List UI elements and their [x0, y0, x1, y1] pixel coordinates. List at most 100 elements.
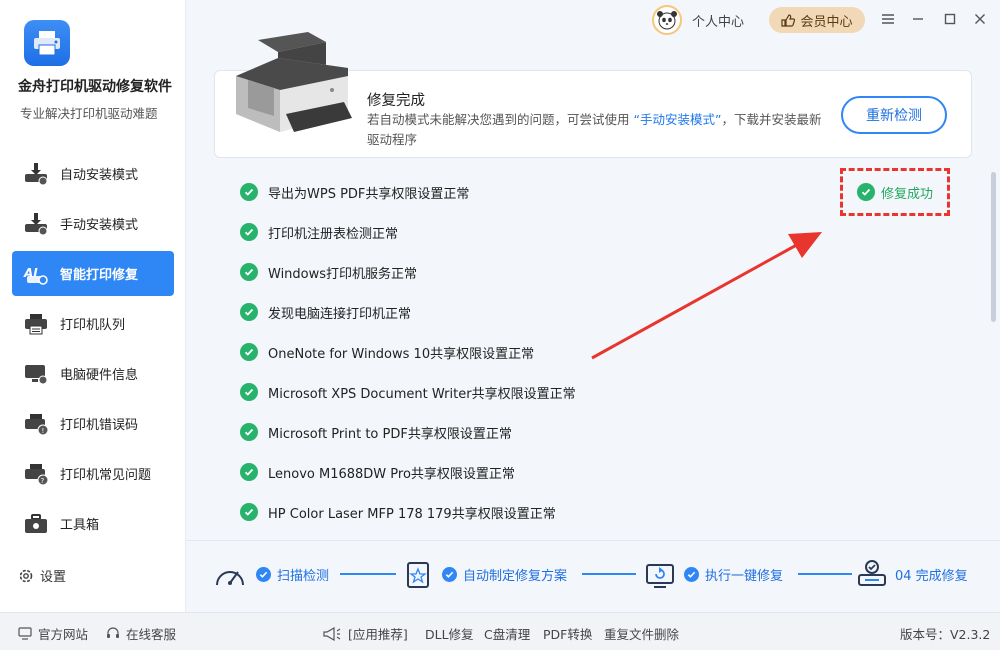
step-label: 04 完成修复 [895, 569, 968, 584]
vip-center-label: 会员中心 [800, 14, 853, 30]
result-text: Microsoft Print to PDF共享权限设置正常 [268, 426, 512, 442]
check-icon [240, 223, 258, 241]
panda-avatar-icon [657, 11, 677, 30]
summary-title: 修复完成 [367, 93, 425, 109]
minimize-icon[interactable] [909, 10, 927, 28]
summary-description: 若自动模式未能解决您遇到的问题，可尝试使用 “手动安装模式”，下载并安装最新驱动… [367, 110, 827, 150]
settings-button[interactable]: 设置 [18, 566, 66, 585]
sidebar-item-printer-queue[interactable]: 打印机队列 [12, 301, 174, 346]
result-text: 打印机注册表检测正常 [268, 226, 399, 242]
app-recommend: [应用推荐] [322, 624, 408, 643]
sidebar-item-error-codes[interactable]: ! 打印机错误码 [12, 401, 174, 446]
duplicate-file-link[interactable]: 重复文件删除 [604, 624, 679, 643]
settings-label: 设置 [40, 570, 67, 585]
sidebar-item-label: 自动安装模式 [60, 168, 139, 183]
result-text: Microsoft XPS Document Writer共享权限设置正常 [268, 386, 576, 402]
check-icon [856, 183, 875, 201]
website-label: 官方网站 [38, 627, 89, 642]
check-icon [240, 423, 258, 441]
check-icon [256, 567, 271, 582]
result-text: 发现电脑连接打印机正常 [268, 306, 412, 322]
vip-center-button[interactable]: 会员中心 [769, 7, 865, 33]
ai-repair-icon: AI [22, 260, 50, 288]
printer-queue-icon [22, 310, 50, 338]
sidebar-item-faq[interactable]: ? 打印机常见问题 [12, 451, 174, 496]
monitor-icon [18, 627, 32, 640]
step-label: 扫描检测 [277, 569, 330, 584]
svg-text:!: ! [42, 427, 45, 435]
check-icon [240, 183, 258, 201]
step-connector [798, 573, 852, 575]
sidebar-item-toolbox[interactable]: 工具箱 [12, 501, 174, 546]
official-website-link[interactable]: 官方网站 [18, 624, 88, 643]
result-text: HP Color Laser MFP 178 179共享权限设置正常 [268, 506, 556, 522]
printer-faq-icon: ? [22, 460, 50, 488]
step-label: 执行一键修复 [705, 569, 784, 584]
sidebar-item-hardware-info[interactable]: 电脑硬件信息 [12, 351, 174, 396]
app-logo [24, 20, 70, 66]
support-label: 在线客服 [126, 627, 177, 642]
gear-icon [19, 569, 33, 582]
status-bar: 官方网站 在线客服 [应用推荐] DLL修复 C盘清理 PDF转换 重复文件删除… [0, 612, 1000, 650]
online-support-link[interactable]: 在线客服 [106, 624, 176, 643]
check-icon [684, 567, 699, 582]
version-label: 版本号：V2.3.2 [900, 627, 991, 642]
megaphone-icon [323, 626, 341, 641]
step-repair: 执行一键修复 [684, 565, 783, 584]
svg-text:?: ? [41, 477, 45, 485]
progress-steps: 扫描检测 自动制定修复方案 执行一键修复 04 完成修复 [186, 540, 1000, 610]
check-icon [240, 343, 258, 361]
recheck-button[interactable]: 重新检测 [841, 96, 947, 134]
sidebar-item-label: 打印机队列 [60, 318, 126, 333]
results-scrollbar[interactable] [991, 172, 996, 322]
result-text: Windows打印机服务正常 [268, 266, 418, 282]
user-center-button[interactable]: 个人中心 [652, 5, 744, 35]
step-label: 自动制定修复方案 [463, 569, 568, 584]
step-scan: 扫描检测 [256, 565, 329, 584]
check-icon [240, 463, 258, 481]
dll-repair-link[interactable]: DLL修复 [425, 624, 474, 643]
result-text: 导出为WPS PDF共享权限设置正常 [268, 186, 470, 202]
check-icon [240, 383, 258, 401]
app-name: 金舟打印机驱动修复软件 [18, 79, 172, 95]
success-label: 修复成功 [880, 186, 933, 202]
manual-install-link[interactable]: “手动安装模式” [633, 112, 721, 127]
sidebar-item-auto-install[interactable]: 自动安装模式 [12, 151, 174, 196]
list-item: HP Color Laser MFP 178 179共享权限设置正常 [240, 492, 800, 532]
pdf-convert-link[interactable]: PDF转换 [543, 624, 592, 643]
maximize-icon[interactable] [941, 10, 959, 28]
printer-download-icon [22, 160, 50, 188]
app-subtitle: 专业解决打印机驱动难题 [20, 106, 158, 121]
repair-success-badge: 修复成功 [840, 168, 950, 216]
disk-cleanup-link[interactable]: C盘清理 [484, 624, 530, 643]
sidebar-item-smart-repair[interactable]: AI 智能打印修复 [12, 251, 174, 296]
result-text: OneNote for Windows 10共享权限设置正常 [268, 346, 535, 362]
sidebar-item-label: 智能打印修复 [60, 268, 139, 283]
skin-icon[interactable] [879, 10, 897, 28]
plan-icon [407, 562, 429, 588]
headset-icon [107, 627, 119, 638]
sidebar-nav: 自动安装模式 手动安装模式 AI 智能打印修复 打印机队列 电脑硬件信息 ! 打… [12, 151, 174, 551]
check-icon [442, 567, 457, 582]
close-icon[interactable] [971, 10, 989, 28]
check-icon [240, 503, 258, 521]
step-connector [582, 573, 636, 575]
list-item: Microsoft Print to PDF共享权限设置正常 [240, 412, 800, 452]
check-icon [240, 263, 258, 281]
printer-error-icon: ! [22, 410, 50, 438]
annotation-arrow-icon [591, 232, 822, 360]
complete-icon [858, 560, 886, 586]
monitor-info-icon [22, 360, 50, 388]
sidebar-item-label: 电脑硬件信息 [60, 368, 139, 383]
toolbox-icon [22, 510, 50, 538]
gauge-icon [216, 571, 244, 586]
repair-icon [646, 564, 674, 588]
step-connector [340, 573, 396, 575]
avatar [652, 5, 682, 35]
step-plan: 自动制定修复方案 [442, 565, 567, 584]
sidebar-item-label: 打印机常见问题 [60, 468, 152, 483]
recommend-label: [应用推荐] [348, 627, 408, 642]
list-item: Microsoft XPS Document Writer共享权限设置正常 [240, 372, 800, 412]
sidebar-item-manual-install[interactable]: 手动安装模式 [12, 201, 174, 246]
sidebar-item-label: 工具箱 [60, 518, 100, 533]
